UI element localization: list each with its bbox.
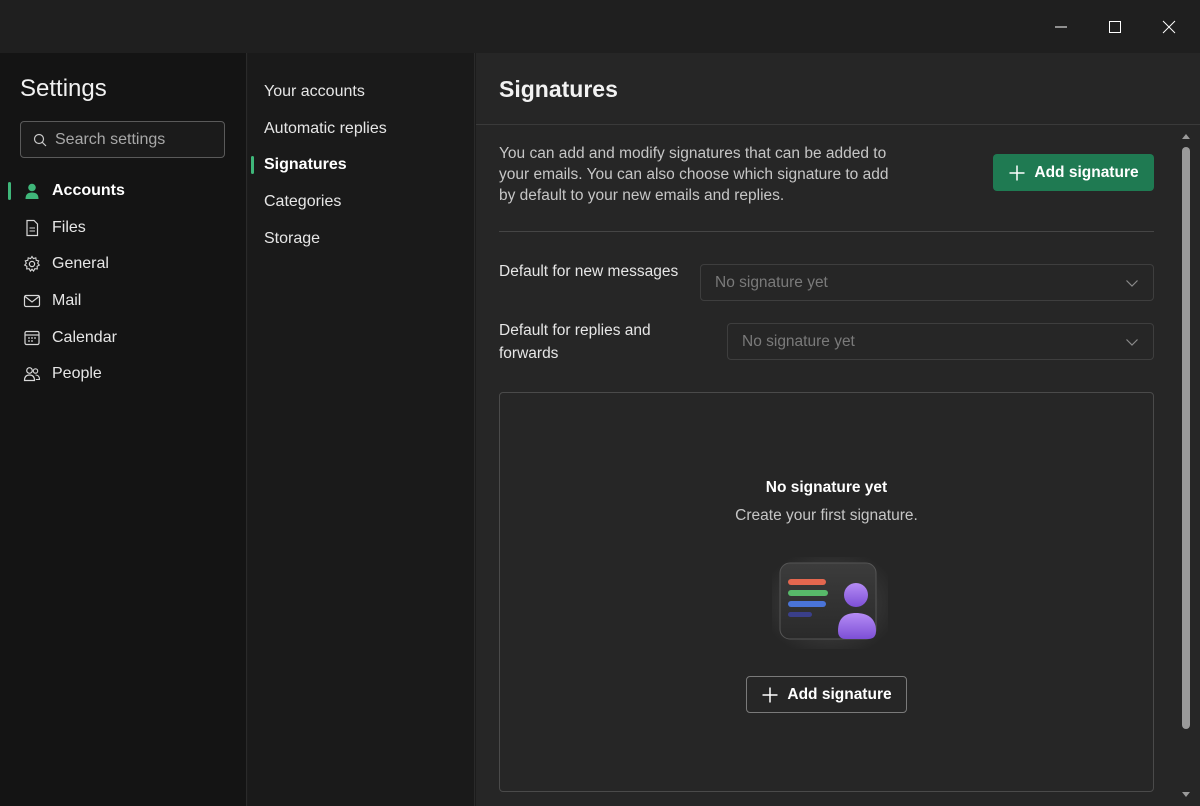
add-signature-button[interactable]: Add signature [993, 154, 1154, 191]
chevron-down-icon [1126, 280, 1138, 287]
minimize-icon [1055, 26, 1067, 27]
chevron-down-icon [1126, 339, 1138, 346]
subnav-item-label: Categories [264, 193, 342, 211]
minimize-button[interactable] [1034, 0, 1088, 53]
add-signature-empty-button[interactable]: Add signature [746, 676, 907, 713]
sidebar-item-label: Accounts [52, 182, 125, 200]
settings-title: Settings [20, 75, 107, 102]
subnav-item-categories[interactable]: Categories [248, 184, 475, 221]
sidebar-item-general[interactable]: General [0, 246, 247, 283]
calendar-icon [22, 328, 42, 348]
gear-icon [22, 254, 42, 274]
subnav-item-label: Automatic replies [264, 119, 387, 137]
page-header: Signatures [476, 53, 1200, 125]
subnav-item-label: Your accounts [264, 83, 365, 101]
sidebar-item-label: Calendar [52, 328, 117, 346]
search-box[interactable] [20, 121, 225, 158]
people-icon [22, 364, 42, 384]
settings-sidebar: Settings Accounts Files General [0, 53, 247, 806]
subnav-item-label: Storage [264, 229, 321, 247]
sidebar-item-label: General [52, 255, 109, 273]
default-new-value: No signature yet [715, 273, 828, 291]
page-title: Signatures [499, 76, 618, 102]
settings-nav-list: Accounts Files General Mail Calendar Peo… [0, 173, 247, 393]
person-icon [22, 181, 42, 201]
divider [499, 231, 1154, 232]
maximize-button[interactable] [1088, 0, 1142, 53]
signatures-panel: Signatures You can add and modify signat… [476, 53, 1200, 806]
subnav-item-storage[interactable]: Storage [248, 220, 475, 257]
add-signature-label: Add signature [1034, 163, 1139, 181]
signature-card-illustration [772, 557, 888, 649]
subnav-list: Your accounts Automatic replies Signatur… [248, 74, 475, 257]
default-replies-value: No signature yet [742, 332, 855, 350]
sidebar-item-label: Mail [52, 292, 82, 310]
plus-icon [762, 687, 778, 702]
active-indicator [251, 156, 254, 175]
subnav-item-signatures[interactable]: Signatures [248, 147, 475, 184]
sidebar-item-people[interactable]: People [0, 356, 247, 393]
empty-state-subtitle: Create your first signature. [735, 507, 918, 524]
scroll-down-arrow-icon[interactable] [1181, 791, 1191, 799]
add-signature-empty-label: Add signature [787, 685, 892, 703]
search-input[interactable] [55, 130, 215, 149]
subnav-item-your-accounts[interactable]: Your accounts [248, 74, 475, 111]
maximize-icon [1109, 20, 1121, 33]
sidebar-item-accounts[interactable]: Accounts [0, 173, 247, 210]
file-icon [22, 218, 42, 238]
plus-icon [1009, 165, 1025, 180]
close-button[interactable] [1142, 0, 1196, 53]
empty-state-title: No signature yet [765, 479, 888, 496]
default-replies-dropdown[interactable]: No signature yet [727, 323, 1154, 360]
default-new-dropdown[interactable]: No signature yet [700, 264, 1154, 301]
vertical-scrollbar[interactable] [1182, 147, 1190, 729]
subnav-item-label: Signatures [264, 156, 347, 174]
default-replies-label: Default for replies and forwards [499, 322, 651, 362]
sidebar-item-files[interactable]: Files [0, 210, 247, 247]
active-indicator [8, 182, 11, 200]
subnav-item-automatic-replies[interactable]: Automatic replies [248, 111, 475, 148]
intro-text: You can add and modify signatures that c… [499, 145, 889, 204]
sidebar-item-calendar[interactable]: Calendar [0, 319, 247, 356]
scroll-up-arrow-icon[interactable] [1181, 132, 1191, 140]
sidebar-item-mail[interactable]: Mail [0, 283, 247, 320]
mail-icon [22, 291, 42, 311]
empty-state-panel: No signature yet Create your first signa… [499, 392, 1154, 792]
search-icon [33, 133, 47, 146]
title-bar [0, 0, 1200, 53]
default-new-label: Default for new messages [499, 263, 679, 280]
accounts-subnav: Your accounts Automatic replies Signatur… [248, 53, 475, 806]
close-icon [1162, 20, 1176, 33]
sidebar-item-label: People [52, 365, 102, 383]
sidebar-item-label: Files [52, 218, 86, 236]
